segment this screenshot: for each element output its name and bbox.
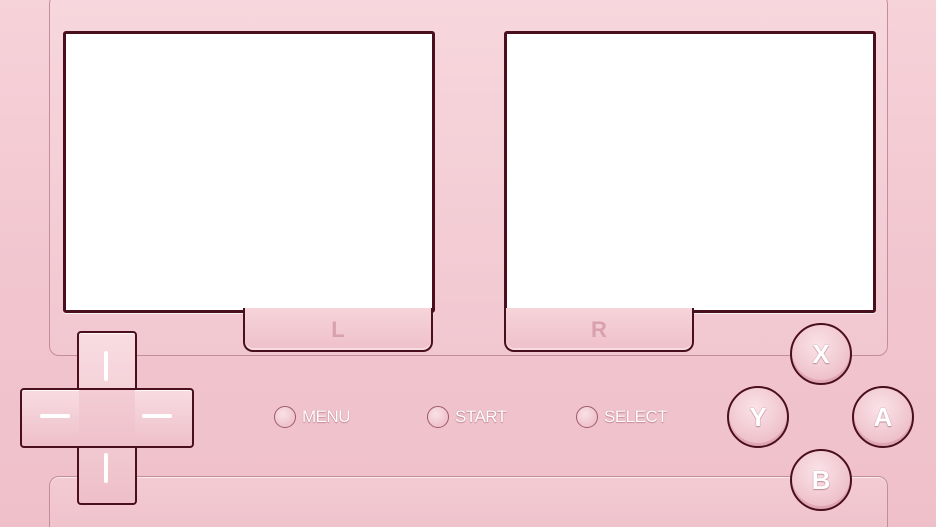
r-shoulder-button[interactable]: R bbox=[504, 308, 694, 352]
dpad-up-button[interactable] bbox=[104, 351, 108, 381]
dpad-left-button[interactable] bbox=[40, 414, 70, 418]
x-button[interactable]: X bbox=[790, 323, 852, 385]
menu-button[interactable]: MENU bbox=[274, 404, 351, 430]
left-screen[interactable] bbox=[63, 31, 435, 313]
select-button-icon bbox=[576, 406, 598, 428]
start-button-icon bbox=[427, 406, 449, 428]
select-button-label: SELECT bbox=[604, 407, 668, 426]
l-shoulder-button[interactable]: L bbox=[243, 308, 433, 352]
start-button[interactable]: START bbox=[427, 404, 507, 430]
right-screen[interactable] bbox=[504, 31, 876, 313]
menu-button-label: MENU bbox=[302, 407, 351, 426]
dpad-right-button[interactable] bbox=[142, 414, 172, 418]
dpad-down-button[interactable] bbox=[104, 453, 108, 483]
menu-button-icon bbox=[274, 406, 296, 428]
dpad-center bbox=[79, 390, 135, 446]
controller-skin: L R MENU START SELECT X Y A B bbox=[0, 0, 936, 527]
dpad[interactable] bbox=[20, 331, 194, 505]
select-button[interactable]: SELECT bbox=[576, 404, 668, 430]
a-button[interactable]: A bbox=[852, 386, 914, 448]
b-button[interactable]: B bbox=[790, 449, 852, 511]
y-button[interactable]: Y bbox=[727, 386, 789, 448]
start-button-label: START bbox=[455, 407, 507, 426]
